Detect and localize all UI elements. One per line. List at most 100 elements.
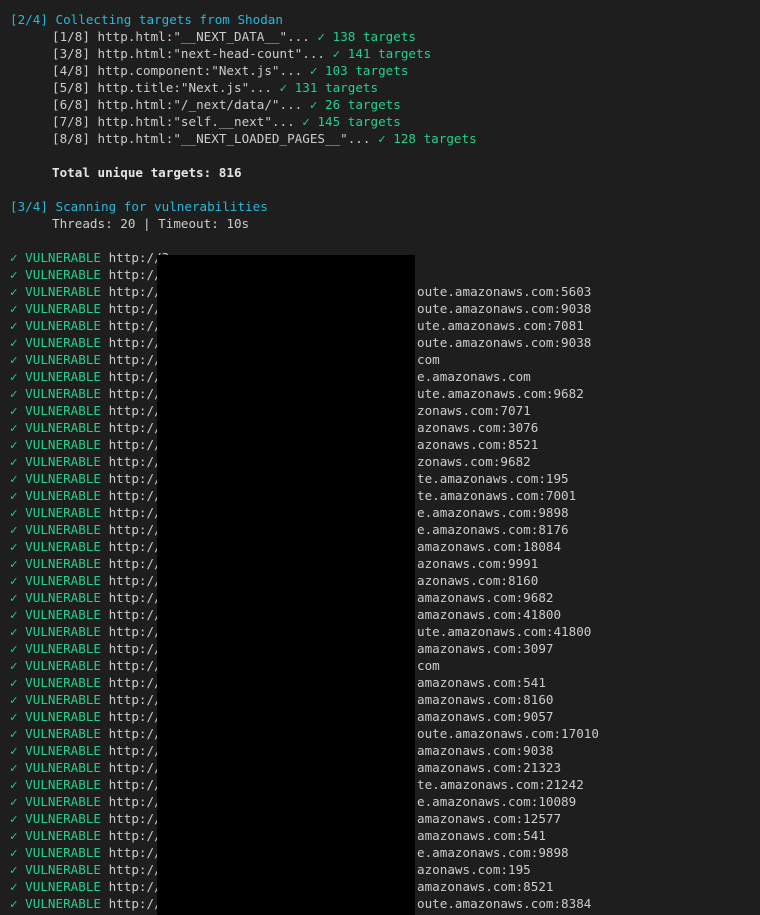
vulnerable-label: ✓ VULNERABLE xyxy=(10,522,101,537)
vulnerable-label: ✓ VULNERABLE xyxy=(10,726,101,741)
query-result: 128 targets xyxy=(393,131,477,146)
check-icon: ✓ xyxy=(332,46,341,61)
url-suffix: amazonaws.com:8521 xyxy=(417,879,554,894)
query-row: [8/8] http.html:"__NEXT_LOADED_PAGES__".… xyxy=(10,130,760,147)
url-suffix: com xyxy=(417,352,440,367)
query-row: [1/8] http.html:"__NEXT_DATA__"... ✓ 138… xyxy=(10,28,760,45)
url-suffix: amazonaws.com:41800 xyxy=(417,607,562,622)
query-result: 138 targets xyxy=(332,29,417,44)
check-icon: ✓ xyxy=(302,114,310,129)
total-targets: Total unique targets: 816 xyxy=(52,165,242,180)
vulnerable-label: ✓ VULNERABLE xyxy=(10,454,101,469)
vulnerable-label: ✓ VULNERABLE xyxy=(10,386,101,401)
query-result: 141 targets xyxy=(347,46,432,61)
url-suffix: amazonaws.com:9682 xyxy=(417,590,554,605)
vulnerable-label: ✓ VULNERABLE xyxy=(10,811,101,826)
vulnerable-label: ✓ VULNERABLE xyxy=(10,590,101,605)
vulnerable-label: ✓ VULNERABLE xyxy=(10,879,101,894)
query-text: http.html:"next-head-count"... xyxy=(97,46,325,61)
url-suffix: zonaws.com:7071 xyxy=(417,403,531,418)
url-suffix: amazonaws.com:9057 xyxy=(417,709,554,724)
vulnerable-label: ✓ VULNERABLE xyxy=(10,437,101,452)
vulnerable-label: ✓ VULNERABLE xyxy=(10,352,101,367)
url-suffix: com xyxy=(417,658,440,673)
query-result: 103 targets xyxy=(325,63,409,78)
url-suffix: zonaws.com:9682 xyxy=(417,454,531,469)
url-suffix: oute.amazonaws.com:8384 xyxy=(417,896,592,911)
url-suffix: azonaws.com:3076 xyxy=(417,420,539,435)
query-row: [3/8] http.html:"next-head-count"... ✓ 1… xyxy=(10,45,760,62)
url-suffix: amazonaws.com:21323 xyxy=(417,760,562,775)
query-text: http.title:"Next.js"... xyxy=(97,80,272,95)
query-row: [4/8] http.component:"Next.js"... ✓ 103 … xyxy=(10,62,760,79)
url-suffix: e.amazonaws.com xyxy=(417,369,531,384)
query-text: http.html:"self.__next"... xyxy=(97,114,295,129)
vulnerable-label: ✓ VULNERABLE xyxy=(10,267,101,282)
url-suffix: e.amazonaws.com:10089 xyxy=(417,794,577,809)
vulnerable-label: ✓ VULNERABLE xyxy=(10,539,101,554)
url-suffix: e.amazonaws.com:8176 xyxy=(417,522,569,537)
vulnerable-label: ✓ VULNERABLE xyxy=(10,369,101,384)
url-suffix: e.amazonaws.com:9898 xyxy=(417,845,569,860)
query-row: [7/8] http.html:"self.__next"... ✓ 145 t… xyxy=(10,113,760,130)
vulnerable-label: ✓ VULNERABLE xyxy=(10,488,101,503)
vulnerable-label: ✓ VULNERABLE xyxy=(10,845,101,860)
query-text: http.html:"/_next/data/"... xyxy=(97,97,303,112)
url-suffix: ute.amazonaws.com:41800 xyxy=(417,624,592,639)
check-icon: ✓ xyxy=(378,131,386,146)
vulnerable-label: ✓ VULNERABLE xyxy=(10,794,101,809)
query-list: [1/8] http.html:"__NEXT_DATA__"... ✓ 138… xyxy=(10,28,760,147)
url-suffix: oute.amazonaws.com:9038 xyxy=(417,335,592,350)
url-suffix: oute.amazonaws.com:9038 xyxy=(417,301,592,316)
query-step: [1/8] xyxy=(52,29,90,44)
query-text: http.html:"__NEXT_LOADED_PAGES__"... xyxy=(97,131,371,146)
url-suffix: azonaws.com:8160 xyxy=(417,573,539,588)
vulnerable-label: ✓ VULNERABLE xyxy=(10,692,101,707)
query-text: http.component:"Next.js"... xyxy=(97,63,303,78)
url-suffix: te.amazonaws.com:195 xyxy=(417,471,569,486)
vulnerable-label: ✓ VULNERABLE xyxy=(10,896,101,911)
query-result: 26 targets xyxy=(325,97,401,112)
query-result: 145 targets xyxy=(317,114,401,129)
vulnerable-label: ✓ VULNERABLE xyxy=(10,505,101,520)
query-step: [3/8] xyxy=(52,46,90,61)
url-suffix: azonaws.com:195 xyxy=(417,862,531,877)
vulnerable-label: ✓ VULNERABLE xyxy=(10,743,101,758)
redaction-box xyxy=(157,255,415,915)
url-suffix: ute.amazonaws.com:7081 xyxy=(417,318,584,333)
query-step: [4/8] xyxy=(52,63,90,78)
query-step: [6/8] xyxy=(52,97,90,112)
url-suffix: te.amazonaws.com:7001 xyxy=(417,488,577,503)
collect-stage-header: [2/4] Collecting targets from Shodan xyxy=(10,12,283,27)
vulnerable-label: ✓ VULNERABLE xyxy=(10,403,101,418)
vulnerable-label: ✓ VULNERABLE xyxy=(10,862,101,877)
url-suffix: amazonaws.com:3097 xyxy=(417,641,554,656)
query-row: [6/8] http.html:"/_next/data/"... ✓ 26 t… xyxy=(10,96,760,113)
scan-stage-header: [3/4] Scanning for vulnerabilities xyxy=(10,199,268,214)
query-step: [5/8] xyxy=(52,80,90,95)
vulnerable-label: ✓ VULNERABLE xyxy=(10,777,101,792)
check-icon: ✓ xyxy=(309,97,318,112)
query-text: http.html:"__NEXT_DATA__"... xyxy=(97,29,310,44)
url-suffix: oute.amazonaws.com:5603 xyxy=(417,284,592,299)
url-suffix: amazonaws.com:12577 xyxy=(417,811,562,826)
query-row: [5/8] http.title:"Next.js"... ✓ 131 targ… xyxy=(10,79,760,96)
vulnerable-label: ✓ VULNERABLE xyxy=(10,318,101,333)
url-suffix: te.amazonaws.com:21242 xyxy=(417,777,584,792)
url-suffix: amazonaws.com:541 xyxy=(417,828,546,843)
vulnerable-label: ✓ VULNERABLE xyxy=(10,760,101,775)
url-suffix: azonaws.com:9991 xyxy=(417,556,539,571)
vulnerable-label: ✓ VULNERABLE xyxy=(10,420,101,435)
query-result: 131 targets xyxy=(294,80,379,95)
url-suffix: ute.amazonaws.com:9682 xyxy=(417,386,584,401)
vulnerable-label: ✓ VULNERABLE xyxy=(10,658,101,673)
url-suffix: oute.amazonaws.com:17010 xyxy=(417,726,599,741)
url-suffix: amazonaws.com:541 xyxy=(417,675,546,690)
check-icon: ✓ xyxy=(309,63,318,78)
vulnerable-label: ✓ VULNERABLE xyxy=(10,250,101,265)
vulnerable-label: ✓ VULNERABLE xyxy=(10,335,101,350)
url-suffix: amazonaws.com:9038 xyxy=(417,743,554,758)
vulnerable-label: ✓ VULNERABLE xyxy=(10,624,101,639)
